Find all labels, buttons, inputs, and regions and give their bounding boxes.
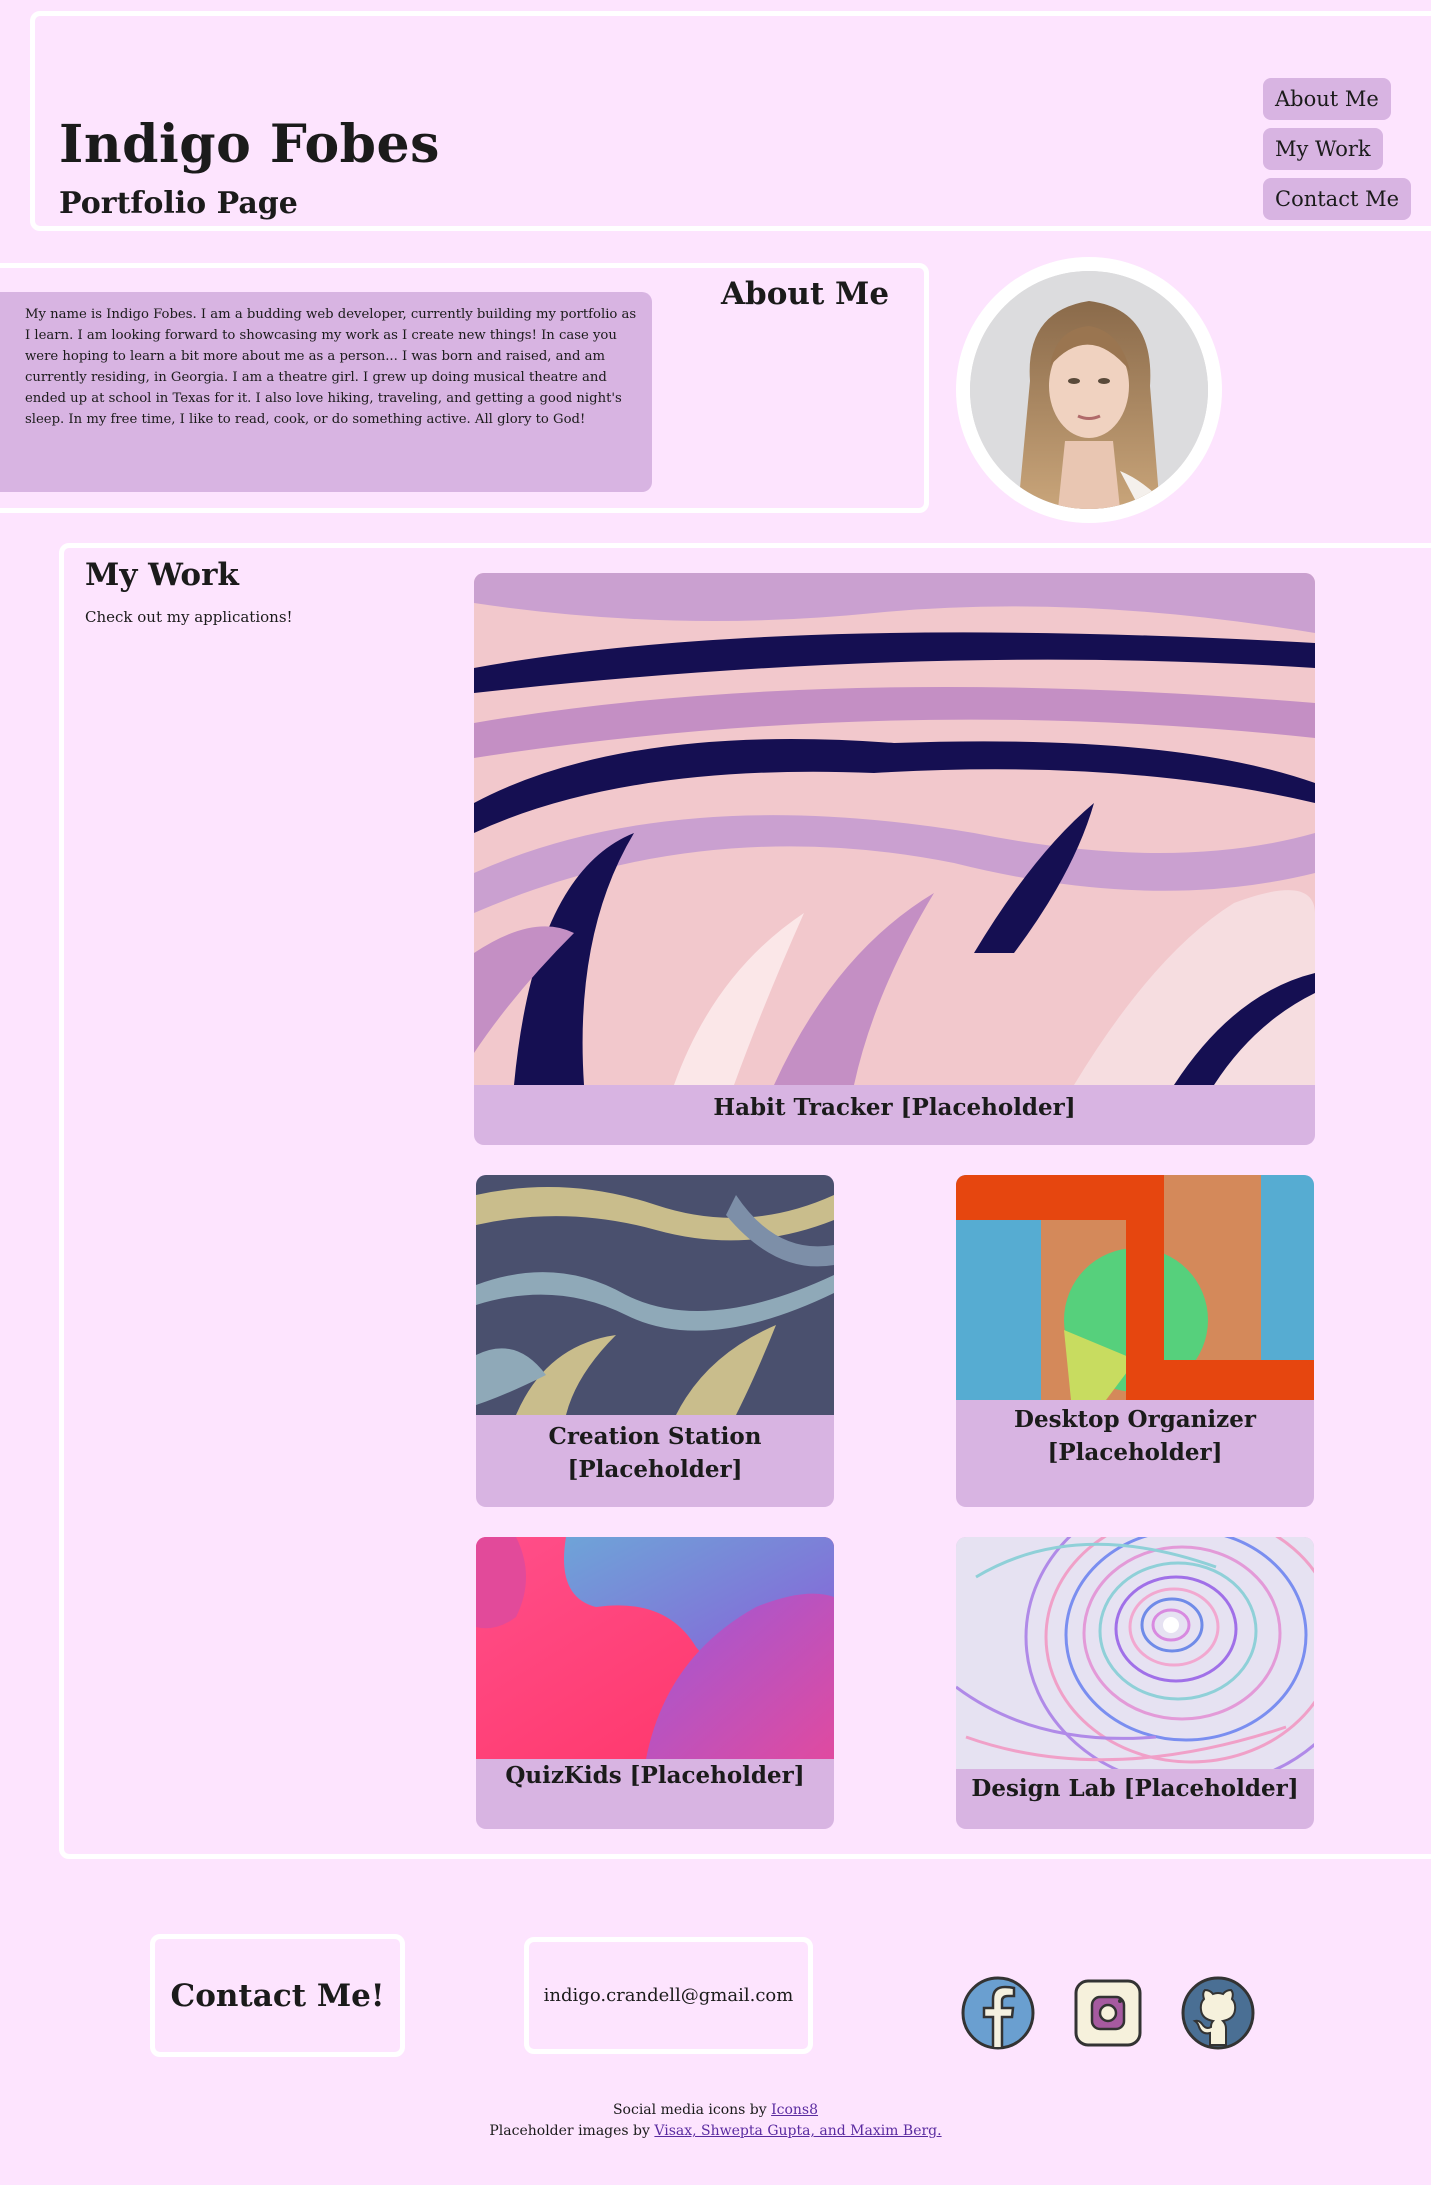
project-card-design-lab[interactable]: Design Lab [Placeholder] bbox=[956, 1537, 1314, 1829]
image-authors-link[interactable]: Visax, Shwepta Gupta, and Maxim Berg. bbox=[654, 2123, 941, 2139]
site-title: Indigo Fobes bbox=[59, 114, 440, 175]
project-card-quizkids[interactable]: QuizKids [Placeholder] bbox=[476, 1537, 834, 1829]
icons-credit-text: Social media icons by bbox=[612, 2102, 772, 2118]
project-card-desktop-organizer[interactable]: Desktop Organizer [Placeholder] bbox=[956, 1175, 1314, 1507]
about-text: My name is Indigo Fobes. I am a budding … bbox=[0, 292, 652, 492]
icons-credit: Social media icons by Icons8 bbox=[0, 2100, 1431, 2121]
icons8-link[interactable]: Icons8 bbox=[771, 2102, 818, 2118]
credits: Social media icons by Icons8 Placeholder… bbox=[0, 2100, 1431, 2142]
github-icon[interactable] bbox=[1180, 1975, 1256, 2051]
site-header: Indigo Fobes Portfolio Page bbox=[30, 11, 1431, 231]
project-title: Creation Station [Placeholder] bbox=[548, 1423, 762, 1483]
profile-photo bbox=[970, 271, 1208, 509]
project-image-marble-purple bbox=[474, 573, 1315, 1085]
nav-contact-button[interactable]: Contact Me bbox=[1263, 178, 1412, 220]
project-image-geometric bbox=[956, 1175, 1314, 1400]
instagram-icon[interactable] bbox=[1070, 1975, 1146, 2051]
project-title: Desktop Organizer [Placeholder] bbox=[1014, 1406, 1256, 1466]
facebook-icon[interactable] bbox=[960, 1975, 1036, 2051]
project-title: Habit Tracker [Placeholder] bbox=[713, 1094, 1076, 1121]
contact-email-link[interactable]: indigo.crandell@gmail.com bbox=[524, 1937, 813, 2054]
project-card-habit-tracker[interactable]: Habit Tracker [Placeholder] bbox=[474, 573, 1315, 1145]
nav-work-button[interactable]: My Work bbox=[1263, 128, 1383, 170]
site-subtitle: Portfolio Page bbox=[59, 186, 298, 221]
nav-about-button[interactable]: About Me bbox=[1263, 78, 1391, 120]
project-card-creation-station[interactable]: Creation Station [Placeholder] bbox=[476, 1175, 834, 1507]
images-credit-text: Placeholder images by bbox=[489, 2123, 655, 2139]
about-section: About Me My name is Indigo Fobes. I am a… bbox=[0, 263, 929, 513]
work-heading: My Work bbox=[85, 557, 239, 593]
portrait-frame bbox=[956, 257, 1222, 523]
project-title: QuizKids [Placeholder] bbox=[505, 1762, 805, 1789]
project-image-gradient bbox=[476, 1537, 834, 1759]
images-credit: Placeholder images by Visax, Shwepta Gup… bbox=[0, 2121, 1431, 2142]
contact-heading: Contact Me! bbox=[150, 1934, 405, 2057]
work-intro: Check out my applications! bbox=[85, 608, 293, 626]
project-image-spiral bbox=[956, 1537, 1314, 1769]
project-title: Design Lab [Placeholder] bbox=[971, 1775, 1299, 1802]
about-heading: About Me bbox=[721, 276, 890, 312]
project-image-marble-slate bbox=[476, 1175, 834, 1415]
